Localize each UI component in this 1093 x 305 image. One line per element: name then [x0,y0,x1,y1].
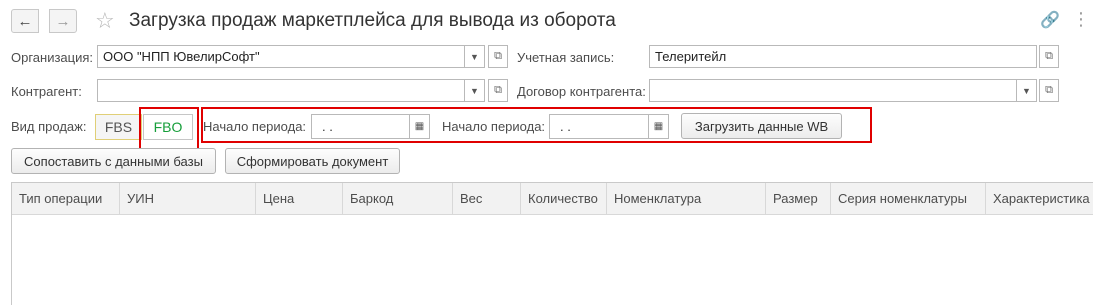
account-label: Учетная запись: [517,50,615,65]
column-header-uin[interactable]: УИН [120,183,256,215]
favorite-star-icon[interactable]: ☆ [95,8,115,34]
table-header: Тип операции УИН Цена Баркод Вес Количес… [12,183,1093,215]
back-button[interactable]: ← [11,9,39,33]
sale-type-label: Вид продаж: [11,119,87,134]
column-header-nomenclature[interactable]: Номенклатура [607,183,766,215]
compare-with-database-button[interactable]: Сопоставить с данными базы [11,148,216,174]
arrow-right-icon: → [55,12,71,30]
account-open-button[interactable]: ⧉ [1039,45,1059,68]
open-window-icon: ⧉ [494,84,502,96]
sale-type-fbs-toggle[interactable]: FBS [95,114,142,140]
account-field[interactable]: Телеритейл [649,45,1037,68]
column-header-price[interactable]: Цена [256,183,343,215]
link-icon[interactable]: 🔗 [1040,10,1060,30]
organization-dropdown-button[interactable]: ▼ [465,45,485,68]
column-header-series[interactable]: Серия номенклатуры [831,183,986,215]
column-header-size[interactable]: Размер [766,183,831,215]
column-header-barcode[interactable]: Баркод [343,183,453,215]
chevron-down-icon: ▼ [470,51,479,62]
open-window-icon: ⧉ [1045,50,1053,62]
contract-field[interactable] [649,79,1017,102]
column-header-weight[interactable]: Вес [453,183,521,215]
more-menu-icon[interactable]: ⋮ [1072,9,1090,30]
counterparty-field[interactable] [97,79,465,102]
organization-label: Организация: [11,50,94,65]
column-header-operation-type[interactable]: Тип операции [12,183,120,215]
counterparty-open-button[interactable]: ⧉ [488,79,508,102]
page-title: Загрузка продаж маркетплейса для вывода … [129,10,616,31]
arrow-left-icon: ← [17,12,33,30]
forward-button[interactable]: → [49,9,77,33]
contract-dropdown-button[interactable]: ▼ [1017,79,1037,102]
column-header-characteristic[interactable]: Характеристика [986,183,1093,215]
open-window-icon: ⧉ [494,50,502,62]
chevron-down-icon: ▼ [470,85,479,96]
highlight-box-sale-type [139,107,199,151]
contract-open-button[interactable]: ⧉ [1039,79,1059,102]
organization-field[interactable]: ООО "НПП ЮвелирСофт" [97,45,465,68]
counterparty-label: Контрагент: [11,84,82,99]
chevron-down-icon: ▼ [1022,85,1031,96]
contract-label: Договор контрагента: [517,84,646,99]
column-header-quantity[interactable]: Количество [521,183,607,215]
highlight-box-period [201,107,872,143]
open-window-icon: ⧉ [1045,84,1053,96]
organization-open-button[interactable]: ⧉ [488,45,508,68]
counterparty-dropdown-button[interactable]: ▼ [465,79,485,102]
create-document-button[interactable]: Сформировать документ [225,148,400,174]
data-table[interactable]: Тип операции УИН Цена Баркод Вес Количес… [11,182,1093,305]
